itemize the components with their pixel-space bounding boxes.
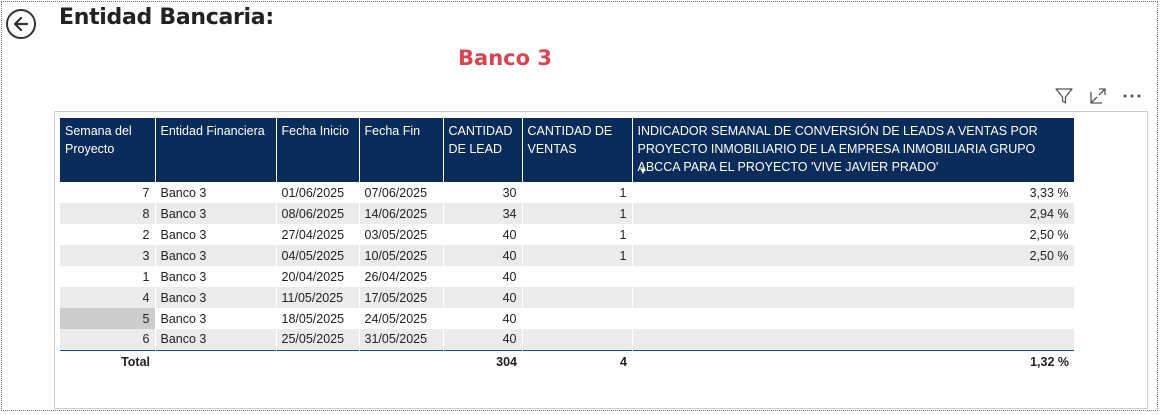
column-header-lead-count[interactable]: CANTIDAD DE LEAD (443, 118, 523, 182)
cell-indicator (632, 308, 1075, 329)
cell-end-date: 31/05/2025 (359, 329, 444, 350)
cell-week: 3 (60, 245, 156, 266)
cell-lead-count: 40 (443, 308, 523, 329)
table-row[interactable]: 3 Banco 3 04/05/2025 10/05/2025 40 1 2,50 % (60, 245, 1075, 266)
cell-entity: Banco 3 (155, 329, 277, 350)
cell-indicator (632, 266, 1075, 287)
cell-week: 8 (60, 203, 156, 224)
table-body: 7 Banco 3 01/06/2025 07/06/2025 30 1 3,33 % 8 Ba… (60, 182, 1075, 350)
column-header-end-date[interactable]: Fecha Fin (359, 118, 444, 182)
cell-end-date: 24/05/2025 (359, 308, 444, 329)
conversion-table: Semana del Proyecto Entidad Financiera F… (60, 118, 1075, 374)
cell-entity: Banco 3 (155, 224, 277, 245)
more-options-icon[interactable] (1122, 86, 1142, 106)
cell-entity: Banco 3 (155, 287, 277, 308)
total-lead: 304 (443, 349, 522, 374)
column-header-entity[interactable]: Entidad Financiera (155, 118, 277, 182)
column-header-indicator[interactable]: INDICADOR SEMANAL DE CONVERSIÓN DE LEADS… (632, 118, 1074, 182)
bank-name-subtitle: Banco 3 (458, 46, 552, 70)
cell-entity: Banco 3 (155, 266, 277, 287)
total-label: Total (60, 349, 155, 374)
table-row[interactable]: 4 Banco 3 11/05/2025 17/05/2025 40 (60, 287, 1075, 308)
cell-week: 4 (60, 287, 156, 308)
cell-end-date: 07/06/2025 (359, 182, 444, 203)
table-row[interactable]: 1 Banco 3 20/04/2025 26/04/2025 40 (60, 266, 1075, 287)
cell-indicator: 2,94 % (632, 203, 1075, 224)
cell-start-date: 20/04/2025 (276, 266, 360, 287)
cell-sales-count (522, 329, 633, 350)
cell-sales-count (522, 287, 633, 308)
cell-end-date: 26/04/2025 (359, 266, 444, 287)
cell-start-date: 08/06/2025 (276, 203, 360, 224)
table-row[interactable]: 2 Banco 3 27/04/2025 03/05/2025 40 1 2,50 % (60, 224, 1075, 245)
column-header-week[interactable]: Semana del Proyecto (60, 118, 156, 182)
table-row[interactable]: 7 Banco 3 01/06/2025 07/06/2025 30 1 3,33 % (60, 182, 1075, 203)
cell-lead-count: 34 (443, 203, 523, 224)
cell-indicator (632, 329, 1075, 350)
table-visual: Semana del Proyecto Entidad Financiera F… (54, 111, 1148, 409)
cell-sales-count: 1 (522, 224, 633, 245)
table-row[interactable]: 8 Banco 3 08/06/2025 14/06/2025 34 1 2,94 % (60, 203, 1075, 224)
total-row: Total 304 4 1,32 % (60, 349, 1074, 374)
cell-lead-count: 40 (443, 245, 523, 266)
total-empty (359, 349, 443, 374)
cell-start-date: 11/05/2025 (276, 287, 360, 308)
cell-lead-count: 40 (443, 329, 523, 350)
filter-icon[interactable] (1054, 86, 1074, 106)
focus-mode-icon[interactable] (1088, 86, 1108, 106)
sort-descending-icon: ▼ (638, 166, 648, 176)
cell-week: 2 (60, 224, 156, 245)
table-row[interactable]: 5 Banco 3 18/05/2025 24/05/2025 40 (60, 308, 1075, 329)
cell-indicator: 2,50 % (632, 224, 1075, 245)
cell-sales-count: 1 (522, 245, 633, 266)
cell-entity: Banco 3 (155, 182, 277, 203)
cell-entity: Banco 3 (155, 245, 277, 266)
cell-week: 1 (60, 266, 156, 287)
cell-indicator: 2,50 % (632, 245, 1075, 266)
column-header-start-date[interactable]: Fecha Inicio (276, 118, 360, 182)
visual-header-toolbar (1054, 86, 1142, 106)
cell-sales-count: 1 (522, 182, 633, 203)
cell-end-date: 10/05/2025 (359, 245, 444, 266)
cell-start-date: 25/05/2025 (276, 329, 360, 350)
page-title: Entidad Bancaria: (59, 5, 274, 30)
total-sales: 4 (522, 349, 632, 374)
back-arrow-icon[interactable] (6, 9, 36, 39)
cell-end-date: 14/06/2025 (359, 203, 444, 224)
cell-end-date: 03/05/2025 (359, 224, 444, 245)
cell-lead-count: 30 (443, 182, 523, 203)
cell-start-date: 27/04/2025 (276, 224, 360, 245)
cell-end-date: 17/05/2025 (359, 287, 444, 308)
cell-start-date: 04/05/2025 (276, 245, 360, 266)
cell-start-date: 01/06/2025 (276, 182, 360, 203)
cell-week: 5 (60, 308, 156, 329)
cell-sales-count: 1 (522, 203, 633, 224)
cell-entity: Banco 3 (155, 203, 277, 224)
cell-week: 6 (60, 329, 156, 350)
column-header-indicator-label: INDICADOR SEMANAL DE CONVERSIÓN DE LEADS… (637, 124, 1038, 174)
cell-sales-count (522, 266, 633, 287)
column-header-sales-count[interactable]: CANTIDAD DE VENTAS (522, 118, 633, 182)
cell-entity: Banco 3 (155, 308, 277, 329)
cell-lead-count: 40 (443, 287, 523, 308)
cell-indicator (632, 287, 1075, 308)
cell-indicator: 3,33 % (632, 182, 1075, 203)
cell-sales-count (522, 308, 633, 329)
total-empty (155, 349, 276, 374)
total-indicator: 1,32 % (632, 349, 1074, 374)
total-empty (276, 349, 359, 374)
cell-lead-count: 40 (443, 266, 523, 287)
cell-lead-count: 40 (443, 224, 523, 245)
cell-start-date: 18/05/2025 (276, 308, 360, 329)
table-header-row: Semana del Proyecto Entidad Financiera F… (60, 118, 1074, 182)
table-row[interactable]: 6 Banco 3 25/05/2025 31/05/2025 40 (60, 329, 1075, 350)
cell-week: 7 (60, 182, 156, 203)
